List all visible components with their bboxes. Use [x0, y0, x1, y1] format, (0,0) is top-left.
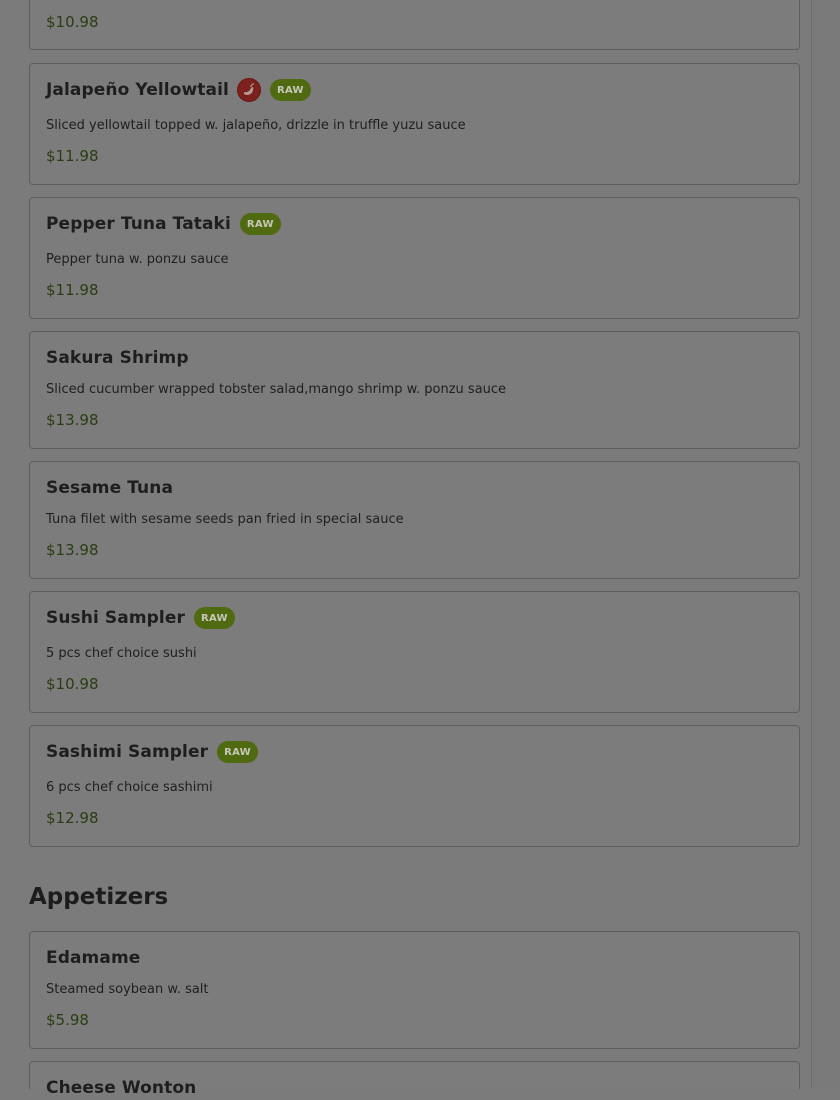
item-price: $13.98	[46, 541, 99, 559]
menu-item-card[interactable]: Sashimi Sampler RAW 6 pcs chef choice sa…	[29, 725, 800, 847]
item-name: Sashimi Sampler	[46, 742, 209, 762]
item-description: 6 pcs chef choice sashimi	[46, 780, 213, 795]
menu-page: $10.98 Jalapeño Yellowtail RAW Sliced ye…	[0, 0, 812, 1098]
item-price: $5.98	[46, 1011, 89, 1029]
item-price: $13.98	[46, 411, 99, 429]
item-description: Pepper tuna w. ponzu sauce	[46, 252, 229, 267]
menu-item-card[interactable]: Cheese Wonton	[29, 1061, 800, 1098]
item-header: Sesame Tuna	[46, 476, 173, 500]
item-description: Sliced cucumber wrapped tobster salad,ma…	[46, 382, 507, 397]
item-name: Sesame Tuna	[46, 478, 174, 498]
menu-item-card[interactable]: Pepper Tuna Tataki RAW Pepper tuna w. po…	[29, 197, 800, 319]
menu-item-card[interactable]: Sushi Sampler RAW 5 pcs chef choice sush…	[29, 591, 800, 713]
item-description: 5 pcs chef choice sushi	[46, 646, 197, 661]
menu-item-card-partial[interactable]: $10.98	[29, 0, 800, 50]
chili-pepper-icon	[236, 78, 261, 102]
item-price: $11.98	[46, 281, 99, 299]
item-header: Jalapeño Yellowtail RAW	[46, 78, 311, 102]
item-name: Edamame	[46, 948, 141, 968]
item-header: Sakura Shrimp	[46, 346, 189, 370]
item-header: Edamame	[46, 946, 140, 970]
raw-badge: RAW	[193, 607, 235, 629]
scrollbar[interactable]	[811, 0, 840, 1089]
item-price: $10.98	[46, 675, 99, 693]
menu-item-card[interactable]: Edamame Steamed soybean w. salt $5.98	[29, 931, 800, 1049]
menu-item-card[interactable]: Sesame Tuna Tuna filet with sesame seeds…	[29, 461, 800, 579]
menu-item-card[interactable]: Jalapeño Yellowtail RAW Sliced yellowtai…	[29, 63, 800, 185]
item-header: Pepper Tuna Tataki RAW	[46, 212, 281, 236]
menu-item-card[interactable]: Sakura Shrimp Sliced cucumber wrapped to…	[29, 331, 800, 449]
item-price: $12.98	[46, 809, 99, 827]
item-description: Sliced yellowtail topped w. jalapeño, dr…	[46, 118, 466, 133]
raw-badge: RAW	[269, 79, 311, 101]
item-header: Sashimi Sampler RAW	[46, 740, 258, 764]
raw-badge: RAW	[217, 741, 258, 763]
item-name: Cheese Wonton	[46, 1078, 197, 1098]
section-title-appetizers: Appetizers	[29, 884, 169, 910]
item-name: Pepper Tuna Tataki	[46, 214, 231, 234]
item-description: Tuna filet with sesame seeds pan fried i…	[46, 512, 404, 527]
item-header: Cheese Wonton	[46, 1076, 196, 1100]
item-header: Sushi Sampler RAW	[46, 606, 235, 630]
item-name: Sushi Sampler	[46, 608, 185, 628]
item-description: Steamed soybean w. salt	[46, 982, 209, 997]
item-name: Sakura Shrimp	[46, 348, 189, 368]
item-price: $10.98	[46, 13, 99, 31]
item-price: $11.98	[46, 147, 99, 165]
raw-badge: RAW	[239, 213, 281, 235]
item-name: Jalapeño Yellowtail	[46, 80, 229, 100]
